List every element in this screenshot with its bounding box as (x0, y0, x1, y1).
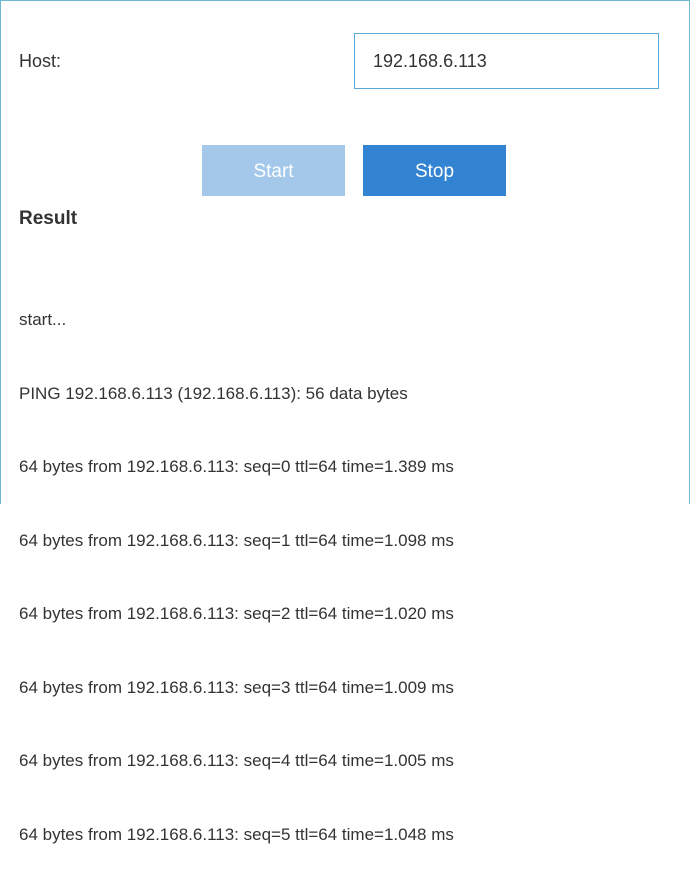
host-label: Host: (19, 51, 62, 71)
result-log: start... PING 192.168.6.113 (192.168.6.1… (19, 259, 454, 896)
start-button[interactable]: Start (202, 145, 345, 196)
log-line: 64 bytes from 192.168.6.113: seq=4 ttl=6… (19, 751, 454, 770)
result-heading: Result (19, 208, 78, 229)
log-line: 64 bytes from 192.168.6.113: seq=0 ttl=6… (19, 457, 454, 476)
log-line: PING 192.168.6.113 (192.168.6.113): 56 d… (19, 383, 408, 403)
host-input[interactable] (354, 33, 659, 89)
log-line: 64 bytes from 192.168.6.113: seq=1 ttl=6… (19, 530, 454, 550)
log-line: 64 bytes from 192.168.6.113: seq=3 ttl=6… (19, 677, 454, 697)
log-line: 64 bytes from 192.168.6.113: seq=2 ttl=6… (19, 604, 454, 623)
log-line: 64 bytes from 192.168.6.113: seq=5 ttl=6… (19, 824, 454, 844)
ping-panel: Host: Start Stop Result start... PING 19… (0, 0, 690, 844)
log-line: start... (19, 310, 67, 329)
stop-button[interactable]: Stop (363, 145, 506, 196)
